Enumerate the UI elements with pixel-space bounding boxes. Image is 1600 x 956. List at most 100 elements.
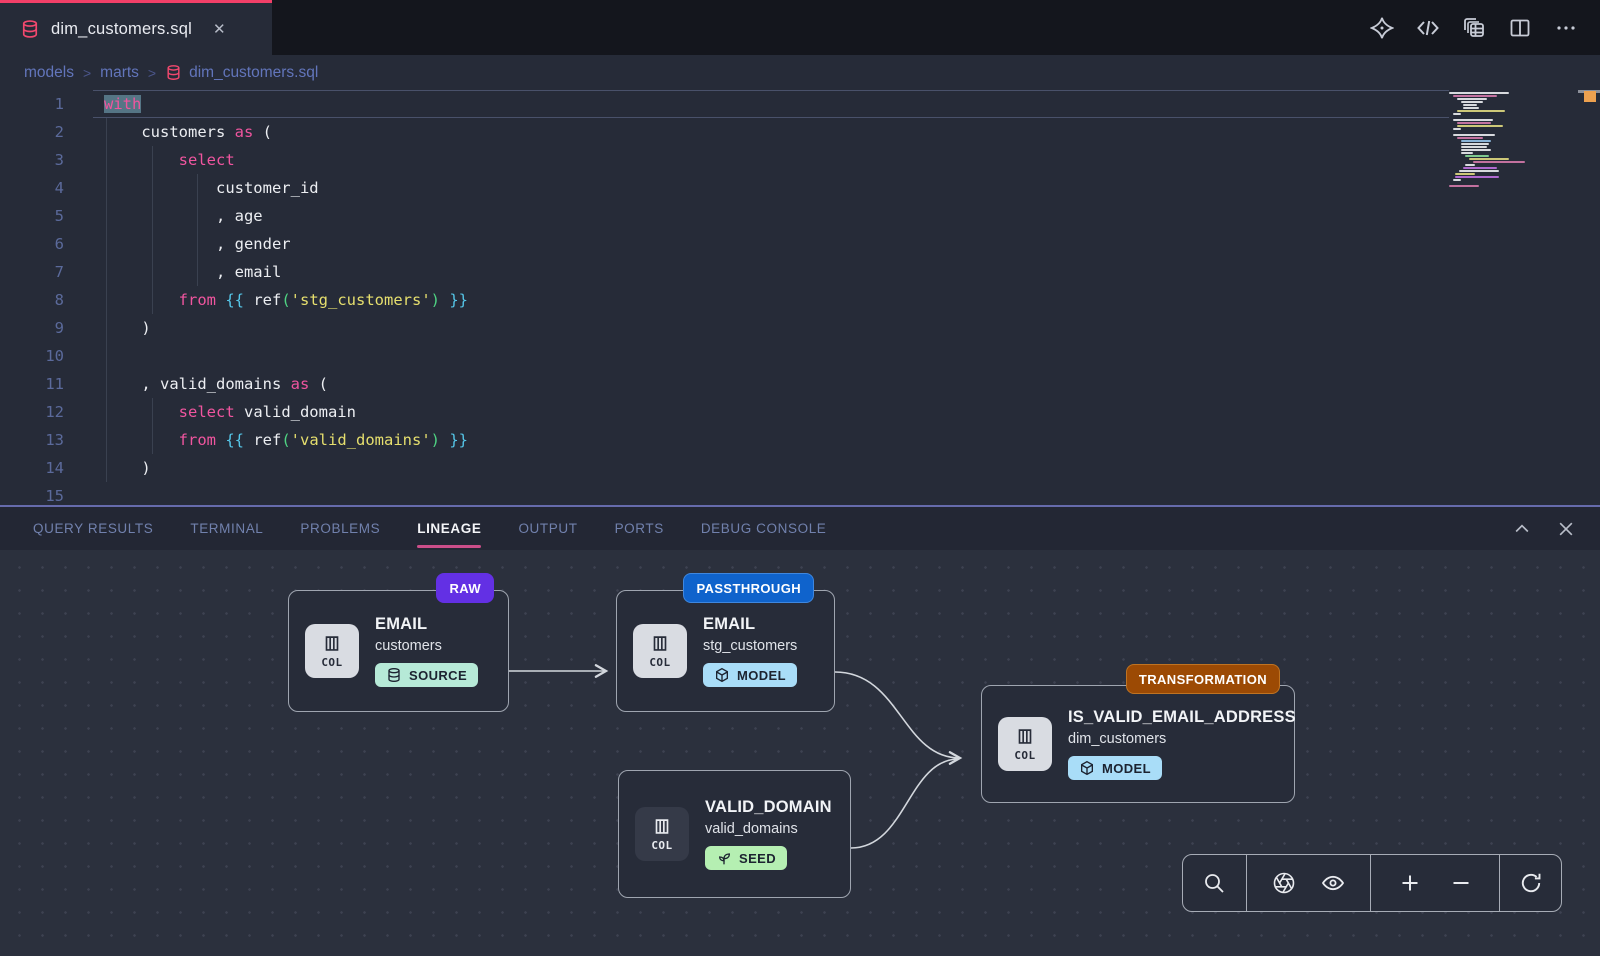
panel-tab-debug-console[interactable]: DEBUG CONSOLE [701, 507, 827, 550]
code-token: ) [104, 319, 151, 337]
breadcrumb-label: marts [100, 64, 139, 82]
line-number: 5 [0, 202, 64, 230]
code-line-10[interactable]: 10 [0, 342, 1600, 370]
code-token [104, 291, 179, 309]
line-source: customer_id [64, 174, 319, 202]
file-tab[interactable]: dim_customers.sql ✕ [0, 0, 272, 55]
lineage-node-stg_customers[interactable]: PASSTHROUGHCOLEMAILstg_customersMODEL [616, 590, 835, 712]
lineage-node-customers[interactable]: RAWCOLEMAILcustomersSOURCE [288, 590, 509, 712]
code-line-5[interactable]: 5 , age [0, 202, 1600, 230]
resource-chip-label: SOURCE [409, 668, 467, 683]
column-chip-label: COL [1014, 749, 1035, 762]
toolbar-group [1183, 855, 1246, 911]
line-number: 7 [0, 258, 64, 286]
code-line-8[interactable]: 8 from {{ ref('stg_customers') }} [0, 286, 1600, 314]
minimap-line [1465, 155, 1489, 157]
code-token: 'stg_customers' [291, 291, 431, 309]
minimap-line [1455, 173, 1475, 175]
line-number: 1 [0, 90, 64, 118]
code-lines: 1with2 customers as (3 select4 customer_… [0, 90, 1600, 505]
code-line-7[interactable]: 7 , email [0, 258, 1600, 286]
panel-tab-query-results[interactable]: QUERY RESULTS [33, 507, 153, 550]
code-line-1[interactable]: 1with [0, 90, 1600, 118]
chevron-up-icon[interactable] [1512, 519, 1532, 539]
breadcrumb-separator: > [83, 65, 91, 81]
code-token [104, 151, 179, 169]
refresh-icon[interactable] [1519, 871, 1543, 895]
code-token: select [179, 151, 235, 169]
code-token: , email [104, 263, 281, 281]
breadcrumb-item-dim-customers-sql[interactable]: dim_customers.sql [165, 64, 318, 82]
panel-tab-ports[interactable]: PORTS [615, 507, 664, 550]
minimap-line [1449, 185, 1479, 187]
indent-guide [152, 398, 153, 454]
code-token: ref [244, 291, 281, 309]
column-chip[interactable]: COL [633, 624, 687, 678]
breadcrumb-item-marts[interactable]: marts [100, 64, 139, 82]
code-token: customer_id [104, 179, 319, 197]
panel-tab-terminal[interactable]: TERMINAL [190, 507, 263, 550]
lineage-canvas[interactable]: RAWCOLEMAILcustomersSOURCEPASSTHROUGHCOL… [0, 550, 1600, 956]
column-chip[interactable]: COL [305, 624, 359, 678]
panel-tab-output[interactable]: OUTPUT [518, 507, 577, 550]
code-editor[interactable]: 1with2 customers as (3 select4 customer_… [0, 90, 1600, 505]
dbt-logo-icon[interactable] [1370, 16, 1394, 40]
column-chip-label: COL [321, 656, 342, 669]
code-line-14[interactable]: 14 ) [0, 454, 1600, 482]
code-line-6[interactable]: 6 , gender [0, 230, 1600, 258]
columns-icon [649, 633, 671, 655]
split-editor-icon[interactable] [1508, 16, 1532, 40]
panel-tab-lineage[interactable]: LINEAGE [417, 507, 481, 550]
aperture-icon[interactable] [1272, 871, 1296, 895]
minimap-line [1453, 95, 1497, 97]
column-chip[interactable]: COL [998, 717, 1052, 771]
code-line-9[interactable]: 9 ) [0, 314, 1600, 342]
code-token: }} [449, 431, 468, 449]
minimap-line [1461, 152, 1473, 154]
resource-chip-model: MODEL [1068, 756, 1162, 780]
breadcrumb-item-models[interactable]: models [24, 64, 74, 82]
code-icon[interactable] [1416, 16, 1440, 40]
code-token: ) [431, 431, 440, 449]
plus-icon[interactable] [1398, 871, 1422, 895]
search-icon[interactable] [1202, 871, 1226, 895]
close-icon[interactable]: ✕ [213, 20, 226, 38]
node-title: EMAIL [375, 615, 427, 634]
close-icon[interactable] [1556, 519, 1576, 539]
copy-table-icon[interactable] [1462, 16, 1486, 40]
node-badge-transformation: TRANSFORMATION [1126, 664, 1280, 694]
code-line-15[interactable]: 15 [0, 482, 1600, 505]
column-chip[interactable]: COL [635, 807, 689, 861]
minimap-line [1461, 149, 1491, 151]
code-line-4[interactable]: 4 customer_id [0, 174, 1600, 202]
lineage-node-dim_customers[interactable]: TRANSFORMATIONCOLIS_VALID_EMAIL_ADDRESSd… [981, 685, 1295, 803]
code-token: ( [281, 431, 290, 449]
ruler-selection-mark [1584, 91, 1596, 102]
code-line-2[interactable]: 2 customers as ( [0, 118, 1600, 146]
code-line-3[interactable]: 3 select [0, 146, 1600, 174]
minus-icon[interactable] [1449, 871, 1473, 895]
eye-icon[interactable] [1321, 871, 1345, 895]
bottom-panel-header: QUERY RESULTS TERMINAL PROBLEMS LINEAGE OUTP… [0, 505, 1600, 550]
resource-chip-label: SEED [739, 851, 776, 866]
database-icon [20, 19, 40, 39]
ellipsis-icon[interactable] [1554, 16, 1578, 40]
minimap-line [1455, 176, 1499, 178]
code-line-13[interactable]: 13 from {{ ref('valid_domains') }} [0, 426, 1600, 454]
code-token: ( [281, 291, 290, 309]
minimap[interactable] [1449, 92, 1533, 188]
line-number: 10 [0, 342, 64, 370]
lineage-node-valid_domains[interactable]: COLVALID_DOMAINvalid_domainsSEED [618, 770, 851, 898]
database-icon [386, 667, 402, 683]
toolbar-group [1370, 855, 1499, 911]
line-number: 15 [0, 482, 64, 505]
code-line-11[interactable]: 11 , valid_domains as ( [0, 370, 1600, 398]
panel-tab-problems[interactable]: PROBLEMS [300, 507, 380, 550]
line-number: 12 [0, 398, 64, 426]
toolbar-group [1246, 855, 1370, 911]
breadcrumb-label: models [24, 64, 74, 82]
minimap-line [1453, 119, 1493, 121]
overview-ruler[interactable] [1578, 90, 1600, 505]
code-line-12[interactable]: 12 select valid_domain [0, 398, 1600, 426]
code-token: ( [253, 123, 272, 141]
